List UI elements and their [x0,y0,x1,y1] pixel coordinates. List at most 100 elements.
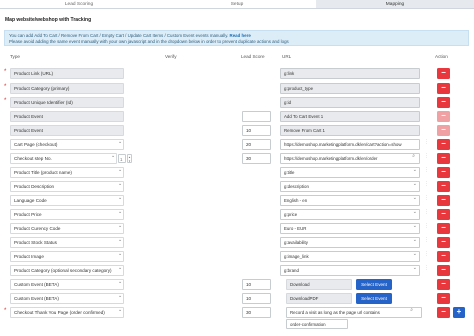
col-action: Action [435,54,448,59]
chevron-down-icon: ⌄ [118,265,123,271]
url-condition-select[interactable]: Record a visit as long as the page url c… [286,307,422,318]
chevron-down-icon: ⌄ [412,181,417,187]
delete-button[interactable]: − [437,209,450,220]
required-marker: * [4,98,7,104]
delete-button[interactable]: − [437,293,450,304]
chevron-down-icon: ⌄ [412,209,417,215]
delete-button[interactable]: − [437,153,450,164]
chevron-down-icon: ⌄ [118,237,123,243]
tab-setup[interactable]: Setup [158,0,316,8]
delete-button[interactable]: − [437,237,450,248]
search-icon[interactable]: ⌕ [412,153,415,159]
type-select[interactable]: Product Title (product name) [10,167,124,178]
delete-button[interactable]: − [437,83,450,94]
delete-button[interactable]: − [437,195,450,206]
select-event-button[interactable]: Select Event [356,279,392,290]
mapping-row: Custom Event (BETA) ⌄ 10 Download Select… [4,279,469,290]
page-title: Map website/webshop with Tracking [5,17,92,23]
delete-button[interactable]: − [437,265,450,276]
type-select[interactable]: Product Price [10,209,124,220]
step-spinner[interactable]: ▴ ▾ [127,154,132,163]
required-marker: * [4,308,7,314]
delete-button[interactable]: − [437,307,450,318]
type-select[interactable]: Cart Page (checkout) [10,139,124,150]
delete-button[interactable]: − [437,251,450,262]
lead-score-input[interactable]: 10 [242,279,271,290]
drag-handle-icon[interactable]: ⋮ [424,238,429,243]
url-contains-input[interactable]: order-confirmation [286,319,348,329]
delete-button[interactable]: − [437,125,450,136]
delete-button[interactable]: − [437,111,450,122]
read-here-link[interactable]: Read here [230,33,251,38]
lead-score-input[interactable]: 30 [242,153,271,164]
mapping-row: Product Curency Code ⌄ Euro - EUR ⌄ ⋮ − [4,223,469,234]
drag-handle-icon[interactable]: ⋮ [424,140,429,145]
delete-button[interactable]: − [437,223,450,234]
drag-handle-icon[interactable]: ⋮ [424,266,429,271]
lead-score-input[interactable]: 10 [242,125,271,136]
mapping-row: Product Title (product name) ⌄ g:title ⌄… [4,167,469,178]
url-select[interactable]: English - en [280,195,420,206]
col-verify: Verify [165,54,177,59]
notice-line2: Please avoid adding the same event manua… [9,38,289,44]
type-select[interactable]: Product Stock Status [10,237,124,248]
chevron-down-icon: ⌄ [118,181,123,187]
step-number-input[interactable]: 1 [118,154,126,163]
lead-score-input[interactable]: 30 [242,307,271,318]
chevron-down-icon: ⌄ [412,167,417,173]
url-field: g:id [280,97,420,108]
delete-button[interactable]: − [437,181,450,192]
mapping-row: Product Price ⌄ g:price ⌄ ⋮ − [4,209,469,220]
mapping-row: Product Description ⌄ g:description ⌄ ⋮ … [4,181,469,192]
delete-button[interactable]: − [437,279,450,290]
info-notice: You can add Add To Cart / Remove From Ca… [4,30,469,46]
drag-handle-icon[interactable]: ⋮ [424,154,429,159]
chevron-down-icon: ⌄ [118,139,123,145]
drag-handle-icon[interactable]: ⋮ [424,224,429,229]
required-marker: * [4,69,7,75]
url-select[interactable]: g:description [280,181,420,192]
tab-bar: Lead Scoring Setup Mapping [0,0,474,9]
mapping-row: Custom Event (BETA) ⌄ 10 DownloadPDF Sel… [4,293,469,304]
type-select[interactable]: Product Category (optional secondary cat… [10,265,124,276]
url-field: Add To Cart Event 1 [280,111,420,122]
lead-score-input[interactable] [242,111,271,122]
delete-button[interactable]: − [437,167,450,178]
delete-button[interactable]: − [437,97,450,108]
url-select[interactable]: g:availability [280,237,420,248]
drag-handle-icon[interactable]: ⋮ [424,168,429,173]
mapping-row: Product Event Add To Cart Event 1 − [4,111,469,122]
type-select[interactable]: Checkout step No. [10,153,117,164]
lead-score-input[interactable]: 10 [242,293,271,304]
select-event-button[interactable]: Select Event [356,293,392,304]
type-select[interactable]: Product Description [10,181,124,192]
url-field: Remove From Cart 1 [280,125,420,136]
tab-mapping[interactable]: Mapping [316,0,474,8]
type-select[interactable]: Product Curency Code [10,223,124,234]
url-select[interactable]: g:image_link [280,251,420,262]
lead-score-input[interactable]: 20 [242,139,271,150]
type-select[interactable]: Custom Event (BETA) [10,293,124,304]
delete-button[interactable]: − [437,68,450,79]
url-select[interactable]: g:price [280,209,420,220]
drag-handle-icon[interactable]: ⋮ [424,210,429,215]
type-select[interactable]: Checkout Thank You Page (order confirmed… [10,307,124,318]
type-select[interactable]: Language Code [10,195,124,206]
delete-button[interactable]: − [437,139,450,150]
drag-handle-icon[interactable]: ⋮ [424,252,429,257]
url-input[interactable]: https://demoshop.marketingplatform.dk/en… [280,139,420,150]
type-select[interactable]: Custom Event (BETA) [10,279,124,290]
url-select[interactable]: g:title [280,167,420,178]
type-select[interactable]: Product Image [10,251,124,262]
drag-handle-icon[interactable]: ⋮ [424,196,429,201]
url-input[interactable]: https://demoshop.marketingplatform.dk/en… [280,153,420,164]
url-select[interactable]: g:brand [280,265,420,276]
drag-handle-icon[interactable]: ⋮ [424,182,429,187]
col-lead-score: Lead Score [241,54,265,59]
url-select[interactable]: Euro - EUR [280,223,420,234]
search-icon[interactable]: ⌕ [410,307,413,313]
chevron-down-icon: ⌄ [412,237,417,243]
mapping-row: Product Stock Status ⌄ g:availability ⌄ … [4,237,469,248]
add-button[interactable]: + [453,307,465,318]
tab-lead-scoring[interactable]: Lead Scoring [0,0,158,8]
